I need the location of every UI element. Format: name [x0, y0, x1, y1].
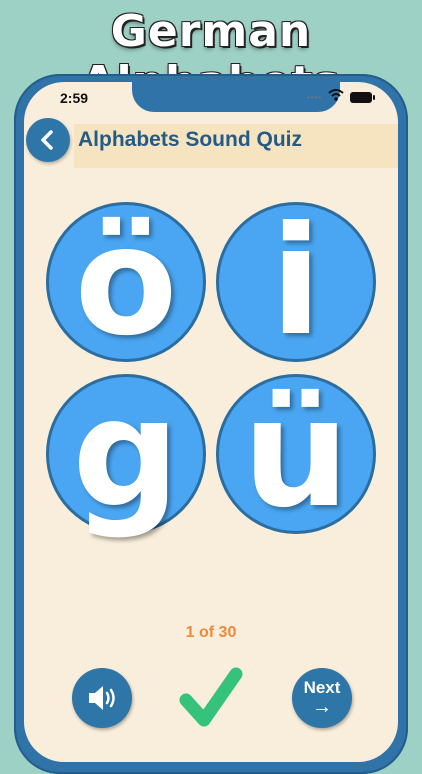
- battery-icon: [350, 91, 375, 103]
- letter-option-4[interactable]: ü: [216, 374, 376, 534]
- play-sound-button[interactable]: [72, 668, 132, 728]
- arrow-right-icon: →: [312, 696, 332, 718]
- next-button[interactable]: Next →: [292, 668, 352, 728]
- page-title: Alphabets Sound Quiz: [78, 128, 302, 151]
- status-icons: ••••: [306, 88, 375, 106]
- back-button[interactable]: [26, 118, 70, 162]
- chevron-left-icon: [41, 130, 53, 150]
- app-screen: 2:59 •••• Alphabets Sound Quiz ö i g ü 1…: [24, 82, 398, 762]
- progress-counter: 1 of 30: [185, 624, 237, 641]
- checkmark-icon: [176, 662, 246, 732]
- letter-option-2[interactable]: i: [216, 202, 376, 362]
- letter-option-1[interactable]: ö: [46, 202, 206, 362]
- status-time: 2:59: [60, 90, 89, 106]
- speaker-icon: [89, 686, 115, 710]
- letter-option-3[interactable]: g: [46, 374, 206, 534]
- wifi-icon: [328, 88, 344, 106]
- signal-icon: ••••: [306, 92, 322, 102]
- next-label: Next: [303, 678, 341, 697]
